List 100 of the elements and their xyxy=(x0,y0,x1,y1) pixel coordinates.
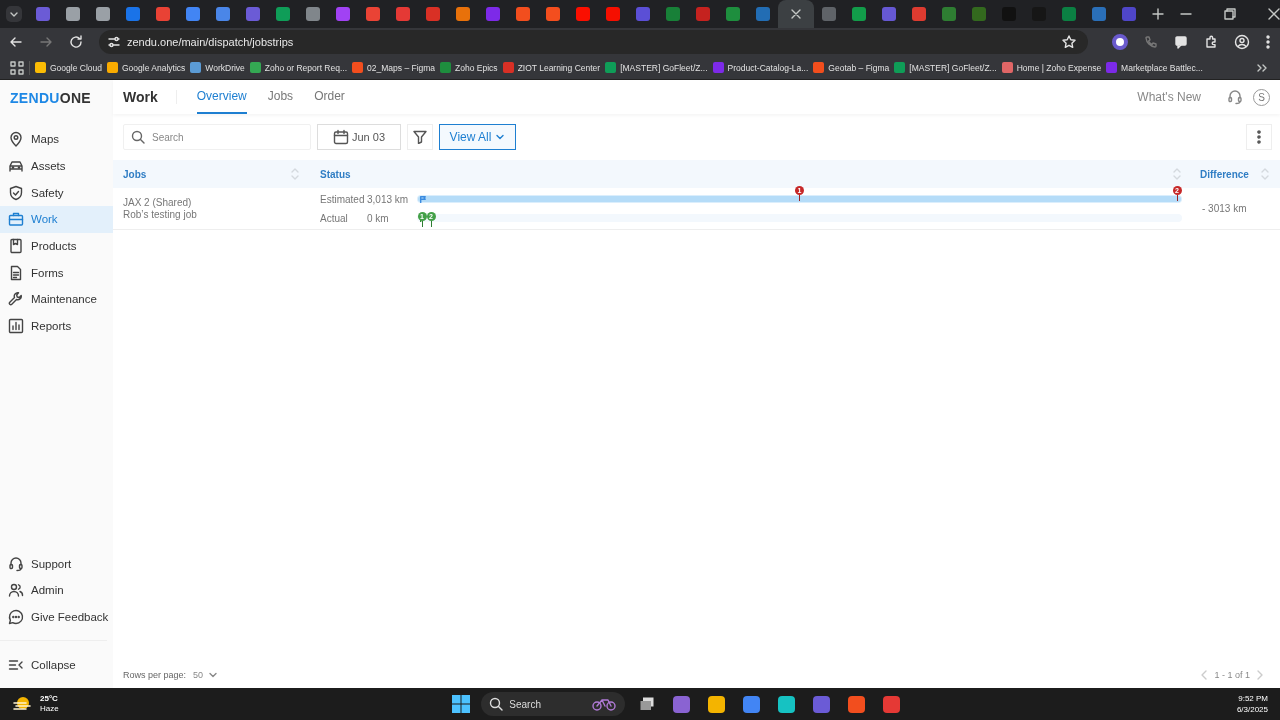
wrench-icon xyxy=(8,291,24,308)
headset-icon[interactable] xyxy=(1227,89,1243,105)
job-name[interactable]: JAX 2 (Shared) xyxy=(123,196,300,209)
forward-icon[interactable] xyxy=(39,35,53,49)
document-icon xyxy=(8,264,24,281)
distance-value: 0 km xyxy=(367,212,390,224)
collapse-button[interactable]: Collapse xyxy=(0,651,113,678)
taskbar-app-icon[interactable] xyxy=(848,695,866,713)
reload-icon[interactable] xyxy=(69,35,83,49)
bookmark[interactable]: Marketplace Battlec... xyxy=(1106,62,1203,73)
close-icon[interactable] xyxy=(791,9,801,19)
restore-icon[interactable] xyxy=(1224,8,1236,20)
job-description: Rob’s testing job xyxy=(123,208,198,221)
bicycle-icon xyxy=(591,697,618,711)
filter-icon xyxy=(413,130,427,144)
browser-tab[interactable] xyxy=(778,0,814,28)
new-tab-icon[interactable] xyxy=(1152,8,1164,20)
chevron-down-icon xyxy=(495,132,506,142)
bookmark[interactable]: Zoho or Report Req... xyxy=(249,62,348,73)
tab-list-icon[interactable] xyxy=(6,6,22,22)
column-header[interactable]: Difference xyxy=(1200,168,1249,180)
taskbar-app-icon[interactable] xyxy=(673,695,691,713)
sidebar-item[interactable]: Admin xyxy=(0,576,113,604)
status-label: Actual xyxy=(320,212,349,224)
bookmark[interactable]: [MASTER] GoFleet/Z... xyxy=(605,62,708,73)
bar-chart-icon xyxy=(8,318,24,335)
address-bar[interactable]: zendu.one/main/dispatch/jobstrips xyxy=(99,30,1088,54)
search-field[interactable]: Search xyxy=(123,124,311,150)
weather-condition: Haze xyxy=(40,704,59,714)
clock-date: 6/3/2025 xyxy=(1236,704,1268,715)
view-all-dropdown[interactable]: View All xyxy=(439,124,516,150)
nav-tab[interactable]: Order xyxy=(314,80,345,114)
map-pin-icon xyxy=(8,131,24,148)
date-button[interactable]: Jun 03 xyxy=(317,124,401,150)
bookmark[interactable]: WorkDrive xyxy=(190,62,245,73)
column-header[interactable]: Jobs xyxy=(123,168,147,180)
status-label: Estimated xyxy=(320,193,366,205)
column-header[interactable]: Status xyxy=(320,168,351,180)
sidebar-item[interactable]: Work xyxy=(0,206,113,233)
zendu-one-logo: ZENDUONE xyxy=(9,89,92,108)
windows-start-icon[interactable] xyxy=(451,694,472,714)
whats-new-link[interactable]: What's New xyxy=(1137,90,1201,104)
calendar-icon xyxy=(333,129,349,145)
briefcase-icon xyxy=(8,211,24,228)
bookmark[interactable]: ZIOT Learning Center xyxy=(502,62,601,73)
more-icon[interactable] xyxy=(1266,35,1270,49)
taskbar-app-icon[interactable] xyxy=(743,695,761,713)
sidebar-item[interactable]: Forms xyxy=(0,259,113,287)
page-title: Work xyxy=(123,89,159,105)
bookmark[interactable]: Product-Catalog-La... xyxy=(712,62,809,73)
sidebar-item[interactable]: Maps xyxy=(0,126,113,153)
chevron-down-icon xyxy=(208,670,219,680)
people-icon xyxy=(8,582,24,599)
difference-value: - 3013 km xyxy=(1202,203,1248,214)
sidebar-item[interactable]: Safety xyxy=(0,179,113,207)
nav-tab[interactable]: Overview xyxy=(196,80,247,114)
bookmark[interactable]: Google Cloud xyxy=(35,62,102,73)
sidebar-item[interactable]: Maintenance xyxy=(0,286,113,313)
apps-icon[interactable] xyxy=(10,60,24,75)
bookmark[interactable]: 02_Maps – Figma xyxy=(352,62,436,73)
close-icon[interactable] xyxy=(1268,8,1280,20)
url-text: zendu.one/main/dispatch/jobstrips xyxy=(127,36,294,48)
car-icon xyxy=(8,158,24,175)
extensions-icon[interactable] xyxy=(1204,35,1218,49)
site-info-icon[interactable] xyxy=(107,35,121,49)
headset-icon xyxy=(8,555,24,572)
extension-icon[interactable] xyxy=(1112,34,1128,50)
page-range: 1 - 1 of 1 xyxy=(1214,670,1250,680)
filter-button[interactable] xyxy=(407,124,433,150)
sidebar-item[interactable]: Assets xyxy=(0,152,113,180)
sidebar-item[interactable]: Give Feedback xyxy=(0,603,113,631)
bookmark[interactable]: Zoho Epics xyxy=(440,62,498,73)
phone-icon[interactable] xyxy=(1144,35,1158,49)
taskbar-search[interactable]: Search xyxy=(481,692,626,716)
shield-icon xyxy=(8,184,24,201)
sidebar-item[interactable]: Reports xyxy=(0,312,113,340)
chat-bubble-icon xyxy=(8,608,24,625)
taskbar-app-icon[interactable] xyxy=(883,695,901,713)
search-icon xyxy=(131,130,145,144)
taskbar-app-icon[interactable] xyxy=(708,695,726,713)
rows-per-page-label: Rows per page: xyxy=(123,670,187,680)
rows-per-page-select[interactable]: 50 xyxy=(193,670,219,680)
more-icon xyxy=(1257,130,1261,144)
bookmark-star-icon[interactable] xyxy=(1062,35,1076,49)
back-icon[interactable] xyxy=(9,35,23,49)
distance-value: 3,013 km xyxy=(367,193,410,205)
taskbar-app-icon[interactable] xyxy=(778,695,796,713)
bookmark[interactable]: Home | Zoho Expense xyxy=(1001,62,1102,73)
bookmark[interactable]: Geotab – Figma xyxy=(813,62,890,73)
bookmark[interactable]: Google Analytics xyxy=(107,62,186,73)
profile-icon[interactable] xyxy=(1234,34,1250,50)
chat-icon[interactable] xyxy=(1174,35,1188,49)
bookmark[interactable]: [MASTER] GoFleet/Z... xyxy=(894,62,997,73)
sidebar-item[interactable]: Products xyxy=(0,232,113,260)
clock-time: 9:52 PM xyxy=(1238,693,1268,704)
sidebar-item[interactable]: Support xyxy=(0,550,113,577)
nav-tab[interactable]: Jobs xyxy=(267,80,294,114)
task-view-icon[interactable] xyxy=(639,696,656,712)
more-button[interactable] xyxy=(1246,124,1272,150)
weather-haze-icon[interactable] xyxy=(12,695,34,713)
